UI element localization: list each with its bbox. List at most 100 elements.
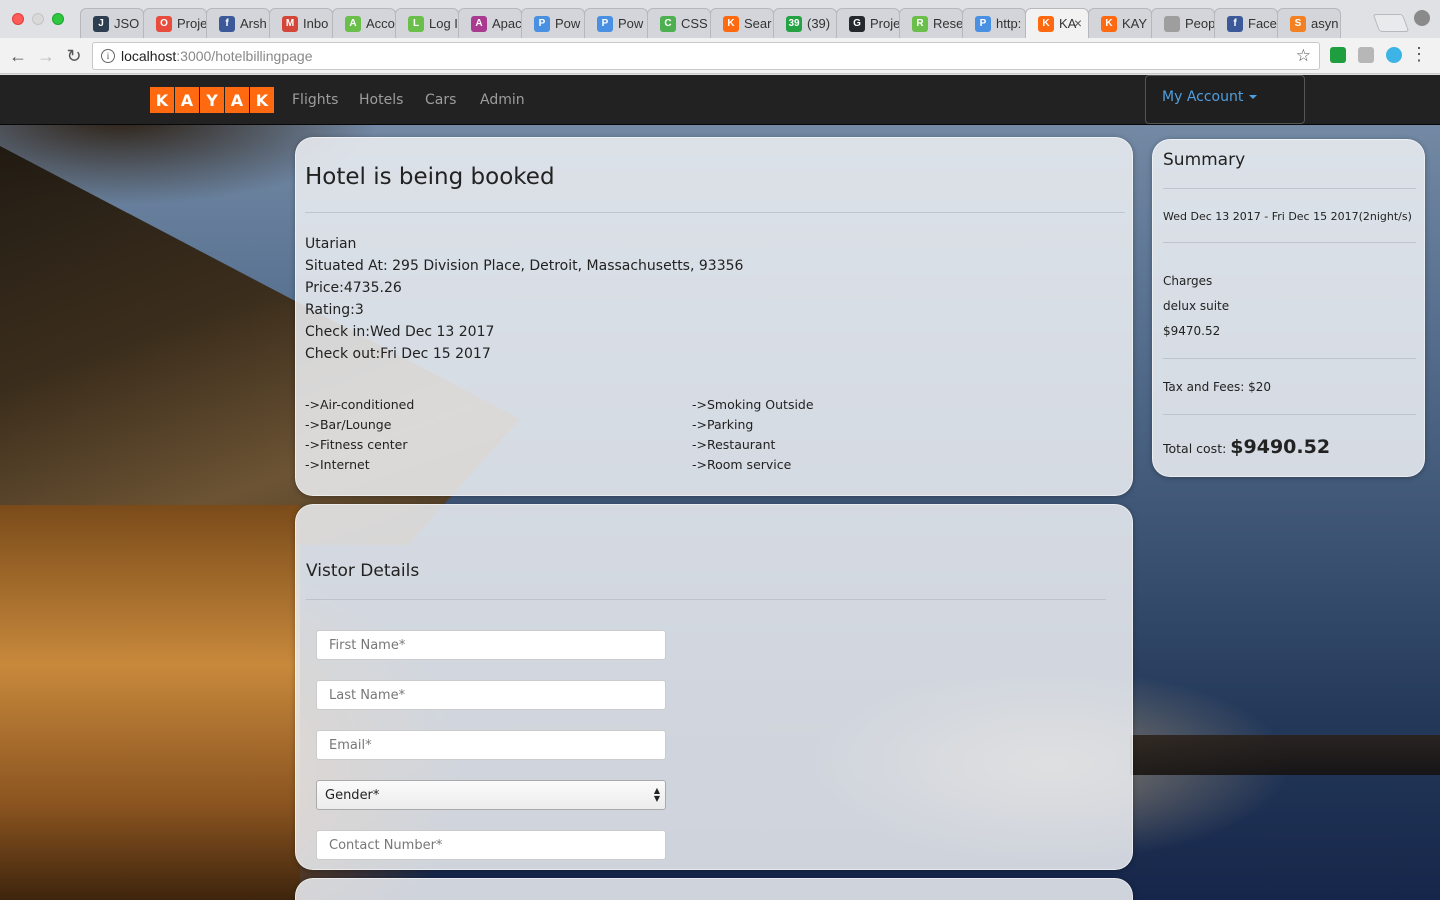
tab-label: Face (1248, 16, 1277, 31)
browser-tab[interactable]: P Pow (521, 8, 585, 38)
profile-icon[interactable] (1414, 10, 1430, 26)
divider (306, 599, 1106, 600)
tab-favicon-icon: K (723, 15, 739, 32)
logo-letter: K (250, 87, 274, 113)
new-tab-button[interactable] (1372, 14, 1410, 32)
url-host: localhost (121, 48, 177, 64)
address-bar[interactable]: i localhost:3000/hotelbillingpage ☆ (92, 42, 1320, 70)
tab-favicon-icon: A (345, 15, 361, 32)
logo-letter: A (225, 87, 249, 113)
divider (1163, 188, 1416, 189)
amenity-item: ->Fitness center (305, 437, 408, 452)
browser-tab[interactable]: K KA × (1025, 8, 1089, 38)
tab-label: JSO (114, 16, 140, 31)
tax-and-fees: Tax and Fees: $20 (1163, 380, 1272, 394)
contact-number-input[interactable]: Contact Number* (316, 830, 666, 860)
next-section-panel (295, 878, 1133, 900)
cors-extension-icon[interactable] (1330, 47, 1346, 63)
gender-selected-value: Gender* (325, 787, 380, 803)
extension-icon[interactable] (1386, 47, 1402, 63)
back-arrow-icon[interactable]: ← (6, 44, 30, 68)
info-icon[interactable]: i (101, 49, 115, 63)
tab-label: asyn (1311, 16, 1339, 31)
browser-tab[interactable]: M Inbo (269, 8, 333, 38)
maximize-window-button[interactable] (52, 13, 64, 25)
booking-title: Hotel is being booked (305, 164, 555, 190)
amenity-item: ->Room service (692, 457, 792, 472)
kayak-logo[interactable]: KAYAK (150, 87, 274, 113)
browser-tab[interactable]: f Face (1214, 8, 1278, 38)
browser-tab[interactable]: A Apac (458, 8, 522, 38)
tab-favicon-icon: K (1038, 15, 1054, 32)
browser-tab[interactable]: K KAY (1088, 8, 1152, 38)
browser-tab[interactable]: P Pow (584, 8, 648, 38)
tab-label: Arsh (240, 16, 267, 31)
email-placeholder: Email* (329, 737, 372, 753)
url-path: :3000/hotelbillingpage (176, 48, 313, 64)
divider (1163, 414, 1416, 415)
tab-label: Log I (429, 16, 458, 31)
email-input[interactable]: Email* (316, 730, 666, 760)
browser-tab[interactable]: Peop (1151, 8, 1215, 38)
charges-amount: $9470.52 (1163, 324, 1221, 338)
close-tab-icon[interactable]: × (1074, 15, 1082, 31)
tab-favicon-icon: f (219, 15, 235, 32)
browser-tab[interactable]: G Proje (836, 8, 900, 38)
browser-tab[interactable]: C CSS (647, 8, 711, 38)
last-name-placeholder: Last Name* (329, 687, 406, 703)
gender-select[interactable]: Gender* ▲ ▼ (316, 780, 666, 810)
tab-favicon-icon: S (1290, 15, 1306, 32)
amenity-item: ->Smoking Outside (692, 397, 814, 412)
forward-arrow-icon[interactable]: → (34, 44, 58, 68)
tab-label: Acco (366, 16, 395, 31)
browser-tab[interactable]: f Arsh (206, 8, 270, 38)
nav-link-hotels[interactable]: Hotels (359, 92, 403, 108)
logo-letter: Y (200, 87, 224, 113)
last-name-input[interactable]: Last Name* (316, 680, 666, 710)
bookmark-star-icon[interactable]: ☆ (1296, 46, 1311, 66)
amenity-item: ->Air-conditioned (305, 397, 415, 412)
browser-tab[interactable]: A Acco (332, 8, 396, 38)
tab-label: Proje (177, 16, 207, 31)
nav-link-admin[interactable]: Admin (480, 92, 525, 108)
tab-label: Peop (1185, 16, 1215, 31)
hotel-price: Price:4735.26 (305, 280, 402, 296)
tab-label: Inbo (303, 16, 329, 31)
first-name-input[interactable]: First Name* (316, 630, 666, 660)
browser-tab[interactable]: O Proje (143, 8, 207, 38)
browser-tab[interactable]: Sasyn (1277, 8, 1341, 38)
tab-label: KAY (1122, 16, 1148, 31)
browser-tab[interactable]: L Log I (395, 8, 459, 38)
reload-icon[interactable]: ↻ (62, 44, 86, 68)
divider (1163, 358, 1416, 359)
tab-favicon-icon: M (282, 15, 298, 32)
browser-tab[interactable]: J JSO (80, 8, 144, 38)
contact-number-placeholder: Contact Number* (329, 837, 443, 853)
extension-icon[interactable] (1358, 47, 1374, 63)
hotel-name: Utarian (305, 236, 357, 252)
browser-menu-icon[interactable]: ⋮ (1410, 45, 1428, 63)
browser-tabs: J JSO O Proje f Arsh M Inbo A Acco L Log I A Apac P Pow… (80, 8, 1341, 38)
logo-letter: A (175, 87, 199, 113)
browser-tab[interactable]: K Sear (710, 8, 774, 38)
close-window-button[interactable] (12, 13, 24, 25)
amenity-item: ->Parking (692, 417, 754, 432)
browser-tab[interactable]: Phttp: (962, 8, 1026, 38)
tab-favicon-icon: K (1101, 15, 1117, 32)
my-account-dropdown[interactable]: My Account (1145, 75, 1305, 124)
amenity-item: ->Restaurant (692, 437, 776, 452)
visitor-details-panel: Vistor Details First Name* Last Name* Em… (295, 504, 1133, 870)
browser-tab[interactable]: R Rese (899, 8, 963, 38)
nav-link-cars[interactable]: Cars (425, 92, 456, 108)
background-image (1130, 735, 1440, 775)
minimize-window-button[interactable] (32, 13, 44, 25)
tab-label: Proje (870, 16, 900, 31)
hotel-rating: Rating:3 (305, 302, 364, 318)
visitor-details-title: Vistor Details (306, 561, 420, 581)
tab-label: Sear (744, 16, 772, 31)
nav-link-flights[interactable]: Flights (292, 92, 338, 108)
total-cost: Total cost: $9490.52 (1163, 436, 1330, 458)
tab-label: Pow (618, 16, 644, 31)
browser-tab[interactable]: 39 (39) (773, 8, 837, 38)
logo-letter: K (150, 87, 174, 113)
